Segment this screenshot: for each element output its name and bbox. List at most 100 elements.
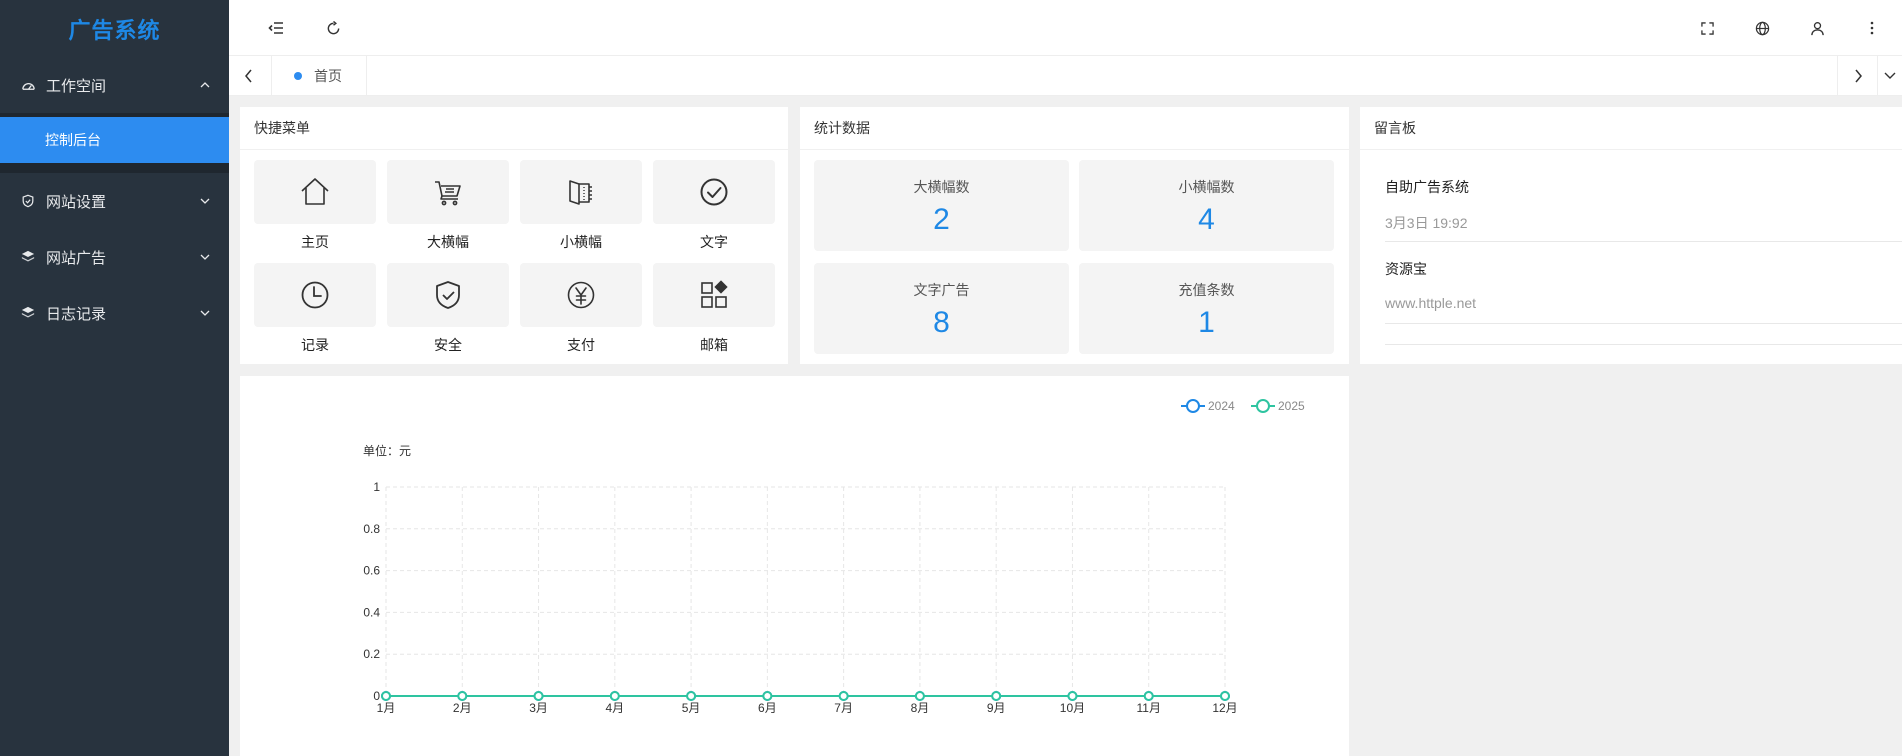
quick-item-label: 记录 bbox=[301, 337, 329, 353]
divider bbox=[1385, 323, 1902, 324]
top-header bbox=[229, 0, 1902, 56]
quick-item-label: 小横幅 bbox=[560, 234, 602, 250]
x-tick-label: 3月 bbox=[529, 701, 548, 715]
tab-home[interactable]: 首页 bbox=[271, 56, 367, 96]
data-point[interactable] bbox=[1067, 691, 1078, 701]
globe-icon[interactable] bbox=[1750, 16, 1774, 40]
x-tick-label: 9月 bbox=[987, 701, 1006, 715]
quick-item-label: 支付 bbox=[567, 337, 595, 353]
sidebar-group-workspace[interactable]: 工作空间 bbox=[0, 57, 229, 113]
message-item[interactable]: 资源宝 www.httple.net bbox=[1385, 259, 1902, 311]
y-tick-label: 0.4 bbox=[363, 605, 380, 619]
quick-item-big-banner[interactable]: 大横幅 bbox=[387, 160, 509, 263]
x-tick-label: 10月 bbox=[1060, 701, 1085, 715]
message-board-card: 留言板 自助广告系统 3月3日 19:92 资源宝 www.httple.net bbox=[1360, 107, 1902, 364]
data-point[interactable] bbox=[533, 691, 544, 701]
quick-menu-card: 快捷菜单 主页 大横幅 小横幅 文字 记录 安全 支付 邮箱 bbox=[240, 107, 788, 364]
message-subtitle: 3月3日 19:92 bbox=[1385, 215, 1468, 231]
divider bbox=[1385, 241, 1902, 242]
quick-item-label: 大横幅 bbox=[427, 234, 469, 250]
tab-scroll-right-button[interactable] bbox=[1837, 56, 1877, 96]
layers-icon bbox=[20, 305, 36, 321]
tab-menu-button[interactable] bbox=[1877, 56, 1902, 96]
sidebar-group-label: 日志记录 bbox=[46, 305, 107, 323]
stat-value: 8 bbox=[933, 306, 950, 339]
x-tick-label: 8月 bbox=[911, 701, 930, 715]
sidebar-group-site-ads[interactable]: 网站广告 bbox=[0, 229, 229, 285]
data-point[interactable] bbox=[457, 691, 468, 701]
book-icon bbox=[569, 180, 592, 205]
x-tick-label: 2月 bbox=[453, 701, 472, 715]
stat-value: 4 bbox=[1198, 203, 1215, 236]
stat-value: 2 bbox=[933, 203, 950, 236]
stat-recharges: 充值条数 1 bbox=[1079, 263, 1334, 354]
sidebar-group-label: 网站设置 bbox=[46, 193, 107, 211]
stats-card: 统计数据 大横幅数 2 小横幅数 4 文字广告 8 充值条数 1 bbox=[800, 107, 1349, 364]
legend-marker bbox=[1256, 399, 1270, 413]
x-tick-label: 11月 bbox=[1136, 701, 1160, 715]
message-item[interactable]: 自助广告系统 3月3日 19:92 bbox=[1385, 177, 1902, 233]
data-point[interactable] bbox=[1143, 691, 1154, 701]
layers-icon bbox=[20, 249, 36, 265]
quick-item-records[interactable]: 记录 bbox=[254, 263, 376, 366]
shield-check-icon bbox=[20, 193, 36, 209]
stat-label: 文字广告 bbox=[913, 282, 970, 298]
data-point[interactable] bbox=[609, 691, 620, 701]
quick-item-small-banner[interactable]: 小横幅 bbox=[520, 160, 642, 263]
legend-label[interactable]: 2025 bbox=[1278, 399, 1305, 413]
divider bbox=[1385, 344, 1902, 345]
more-icon[interactable] bbox=[1860, 16, 1884, 40]
shield-check-icon bbox=[436, 281, 460, 309]
card-title: 快捷菜单 bbox=[240, 107, 788, 150]
y-tick-label: 0.8 bbox=[363, 522, 380, 536]
clock-icon bbox=[301, 281, 329, 309]
data-point[interactable] bbox=[686, 691, 697, 701]
message-title: 自助广告系统 bbox=[1385, 179, 1469, 195]
x-tick-label: 7月 bbox=[834, 701, 853, 715]
stat-big-banners: 大横幅数 2 bbox=[814, 160, 1069, 251]
x-tick-label: 5月 bbox=[682, 701, 701, 715]
quick-item-text[interactable]: 文字 bbox=[653, 160, 775, 263]
fullscreen-icon[interactable] bbox=[1695, 16, 1719, 40]
cart-icon bbox=[435, 181, 461, 206]
quick-item-security[interactable]: 安全 bbox=[387, 263, 509, 366]
quick-item-label: 文字 bbox=[700, 234, 728, 250]
chevron-up-icon bbox=[200, 82, 210, 88]
sidebar-group-site-settings[interactable]: 网站设置 bbox=[0, 173, 229, 229]
legend-marker bbox=[1186, 399, 1200, 413]
data-point[interactable] bbox=[762, 691, 773, 701]
dashboard-icon bbox=[20, 77, 36, 93]
user-icon[interactable] bbox=[1805, 16, 1829, 40]
apps-icon bbox=[701, 280, 728, 308]
data-point[interactable] bbox=[914, 691, 925, 701]
sidebar-group-label: 工作空间 bbox=[46, 77, 107, 95]
x-tick-label: 6月 bbox=[758, 701, 777, 715]
sidebar-item-dashboard[interactable]: 控制后台 bbox=[0, 117, 229, 163]
menu-fold-icon[interactable] bbox=[264, 16, 288, 40]
legend-label[interactable]: 2024 bbox=[1208, 399, 1235, 413]
data-point[interactable] bbox=[991, 691, 1002, 701]
data-point[interactable] bbox=[838, 691, 849, 701]
data-point[interactable] bbox=[381, 691, 391, 701]
x-tick-label: 4月 bbox=[605, 701, 624, 715]
stat-label: 小横幅数 bbox=[1178, 179, 1235, 195]
tab-bar: 首页 bbox=[229, 56, 1902, 96]
x-tick-label: 12月 bbox=[1212, 701, 1237, 715]
data-point[interactable] bbox=[1220, 691, 1230, 701]
quick-item-mailbox[interactable]: 邮箱 bbox=[653, 263, 775, 366]
stat-label: 充值条数 bbox=[1178, 282, 1235, 298]
revenue-chart-card: 2024 2025 单位：元 0 0.2 0.4 0.6 0.8 1 1月 2月 3月 4月 5月 6… bbox=[240, 376, 1349, 756]
line-chart: 2024 2025 单位：元 00.20.40.60.81 1月 2月 3月 4月 5月 6… bbox=[363, 399, 1305, 715]
quick-item-home[interactable]: 主页 bbox=[254, 160, 376, 263]
app-logo: 广告系统 bbox=[68, 17, 161, 43]
refresh-icon[interactable] bbox=[321, 16, 345, 40]
quick-item-payment[interactable]: 支付 bbox=[520, 263, 642, 366]
x-tick-label: 1月 bbox=[377, 701, 396, 715]
tab-scroll-left-button[interactable] bbox=[229, 56, 269, 96]
quick-item-label: 邮箱 bbox=[700, 337, 728, 353]
chevron-right-icon bbox=[1854, 69, 1862, 83]
y-tick-label: 1 bbox=[373, 480, 380, 494]
sidebar-group-logs[interactable]: 日志记录 bbox=[0, 285, 229, 341]
home-icon bbox=[301, 178, 329, 205]
chevron-down-icon bbox=[200, 310, 210, 316]
